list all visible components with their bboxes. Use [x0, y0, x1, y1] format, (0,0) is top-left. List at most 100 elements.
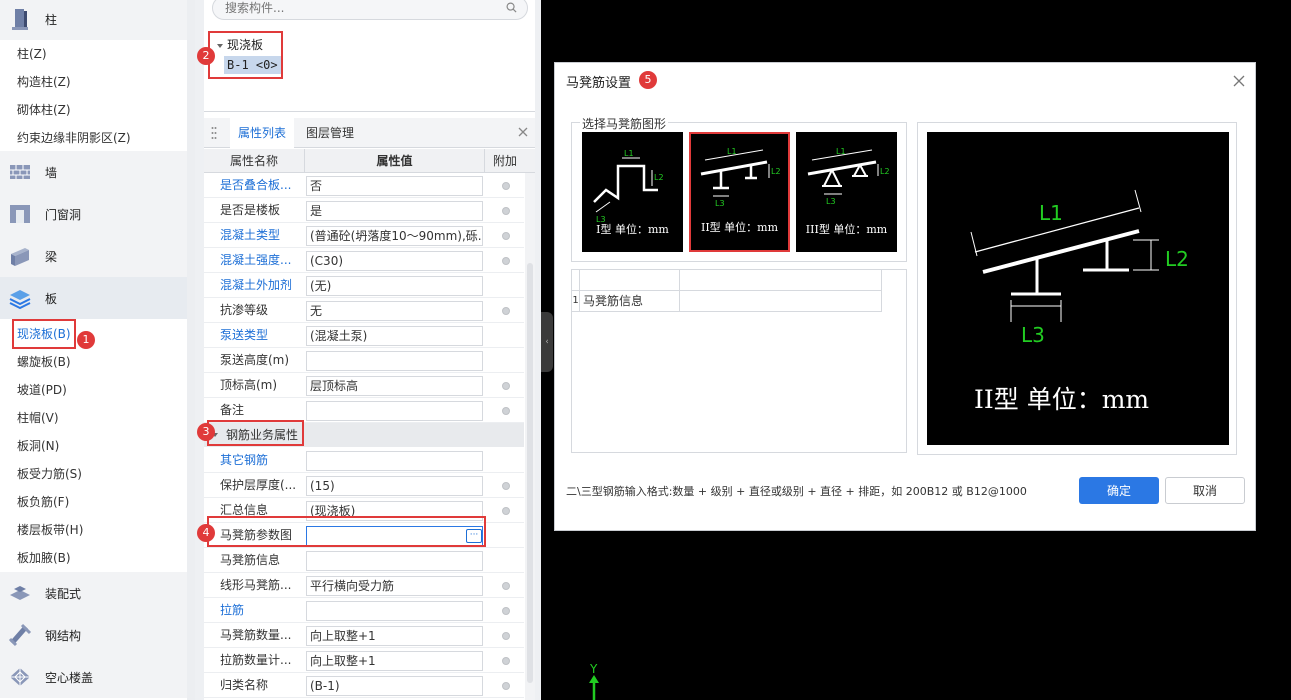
extra-checkbox[interactable]	[502, 382, 510, 390]
step-badge-2: 2	[197, 47, 215, 65]
category-item-slab-negative-rebar[interactable]: 板负筋(F)	[17, 492, 69, 512]
tab-properties[interactable]: 属性列表	[230, 118, 295, 148]
category-group-column[interactable]: 柱	[0, 0, 187, 40]
component-search[interactable]	[212, 0, 528, 20]
property-value[interactable]	[306, 401, 483, 421]
search-input[interactable]	[225, 0, 495, 19]
property-name[interactable]: 其它钢筋	[220, 448, 268, 473]
category-group-hollow-floor[interactable]: 空心楼盖	[0, 656, 187, 698]
collapse-panel-handle[interactable]: ‹	[541, 312, 553, 372]
property-value[interactable]	[306, 451, 483, 471]
property-value[interactable]: 是	[306, 201, 483, 221]
row-value-input[interactable]	[680, 291, 882, 312]
property-value[interactable]: 否	[306, 176, 483, 196]
category-group-door-window[interactable]: 门窗洞	[0, 193, 187, 235]
property-name[interactable]: 混凝土类型	[220, 223, 280, 248]
shape-caption: II型 单位：mm	[700, 221, 779, 234]
category-item-masonry-column[interactable]: 砌体柱(Z)	[17, 100, 71, 120]
extra-checkbox[interactable]	[502, 207, 510, 215]
close-icon[interactable]	[517, 126, 529, 138]
property-row: 抗渗等级 无	[204, 298, 524, 323]
property-value[interactable]: (混凝土泵)	[306, 326, 483, 346]
property-name: 保护层厚度(...	[220, 478, 297, 492]
property-value[interactable]: 无	[306, 301, 483, 321]
cancel-button[interactable]: 取消	[1165, 477, 1245, 504]
expand-icon[interactable]	[217, 43, 223, 48]
shape-option-type-1[interactable]: L1 L2 L3 I型 单位：mm	[582, 132, 683, 252]
search-icon[interactable]	[506, 2, 517, 13]
category-item-constraint-edge[interactable]: 约束边缘非阴影区(Z)	[17, 128, 131, 148]
property-value[interactable]: (15)	[306, 476, 483, 496]
extra-checkbox[interactable]	[502, 257, 510, 265]
property-row: 混凝土类型 (普通砼(坍落度10～90mm),砾...	[204, 223, 524, 248]
category-item-cast-slab[interactable]: 现浇板(B)	[12, 319, 76, 349]
category-item-slab-hole[interactable]: 板洞(N)	[17, 436, 59, 456]
tab-layers[interactable]: 图层管理	[298, 118, 362, 148]
category-scrollbar[interactable]	[187, 0, 195, 700]
extra-checkbox[interactable]	[502, 607, 510, 615]
category-group-wall[interactable]: 墙	[0, 151, 187, 193]
extra-checkbox[interactable]	[502, 582, 510, 590]
property-value[interactable]	[306, 601, 483, 621]
property-name: 顶标高(m)	[220, 378, 278, 392]
wall-icon	[10, 165, 30, 179]
property-value[interactable]	[306, 351, 483, 371]
property-value[interactable]: (现浇板)	[306, 501, 483, 521]
category-group-slab[interactable]: 板	[0, 277, 187, 319]
shape-option-type-2[interactable]: L1 L2 L3 II型 单位：mm	[689, 132, 790, 252]
category-item-spiral-slab[interactable]: 螺旋板(B)	[17, 352, 71, 372]
category-group-prefab[interactable]: 装配式	[0, 572, 187, 614]
category-item-column[interactable]: 柱(Z)	[17, 44, 47, 64]
drag-handle-icon[interactable]	[211, 126, 217, 140]
tree-leaf-b1[interactable]: B-1 <0>	[224, 56, 281, 74]
ok-button[interactable]: 确定	[1079, 477, 1159, 504]
stool-rebar-diagram-input[interactable]	[306, 526, 483, 546]
dim-label: L2	[654, 173, 664, 182]
extra-checkbox[interactable]	[502, 682, 510, 690]
extra-checkbox[interactable]	[502, 657, 510, 665]
y-axis-icon: Y	[589, 662, 599, 700]
property-value[interactable]: 向上取整+1	[306, 651, 483, 671]
preview-canvas: L1 L2 L3 II型 单位：mm	[927, 132, 1229, 445]
property-value[interactable]	[306, 551, 483, 571]
step-badge-5: 5	[639, 71, 657, 89]
category-item-ramp[interactable]: 坡道(PD)	[17, 380, 67, 400]
category-group-steel[interactable]: 钢结构	[0, 614, 187, 656]
property-name[interactable]: 泵送类型	[220, 323, 268, 348]
category-group-beam[interactable]: 梁	[0, 235, 187, 277]
extra-checkbox[interactable]	[502, 182, 510, 190]
extra-checkbox[interactable]	[502, 407, 510, 415]
scrollbar-thumb[interactable]	[527, 263, 533, 683]
category-item-slab-main-rebar[interactable]: 板受力筋(S)	[17, 464, 82, 484]
dim-label: L2	[771, 167, 781, 176]
property-value[interactable]: 层顶标高	[306, 376, 483, 396]
property-name[interactable]: 混凝土外加剂	[220, 273, 292, 298]
property-scrollbar[interactable]	[525, 173, 535, 700]
category-item-column-cap[interactable]: 柱帽(V)	[17, 408, 59, 428]
close-icon[interactable]	[1233, 75, 1245, 87]
property-value[interactable]: (无)	[306, 276, 483, 296]
extra-checkbox[interactable]	[502, 632, 510, 640]
category-item-floor-strip[interactable]: 楼层板带(H)	[17, 520, 83, 540]
category-item-slab-haunch[interactable]: 板加腋(B)	[17, 548, 71, 568]
property-name[interactable]: 拉筋	[220, 598, 244, 623]
property-value[interactable]: (C30)	[306, 251, 483, 271]
category-item-constructional-column[interactable]: 构造柱(Z)	[17, 72, 71, 92]
property-name[interactable]: 是否叠合板...	[220, 173, 291, 198]
property-value[interactable]: 平行横向受力筋	[306, 576, 483, 596]
extra-checkbox[interactable]	[502, 232, 510, 240]
tree-node-cast-slab[interactable]: 现浇板	[217, 36, 263, 53]
ellipsis-button[interactable]: ···	[466, 529, 482, 543]
property-value[interactable]: 向上取整+1	[306, 626, 483, 646]
extra-checkbox[interactable]	[502, 507, 510, 515]
shape-option-type-3[interactable]: L1 L2 L3 III型 单位：mm	[796, 132, 897, 252]
dim-label: L3	[715, 199, 725, 208]
property-value[interactable]: (B-1)	[306, 676, 483, 696]
extra-checkbox[interactable]	[502, 307, 510, 315]
property-value[interactable]: (普通砼(坍落度10～90mm),砾...	[306, 226, 483, 246]
section-rebar-properties[interactable]: 钢筋业务属性	[204, 423, 524, 447]
extra-checkbox[interactable]	[502, 482, 510, 490]
component-tree: 现浇板 B-1 <0>	[204, 28, 535, 112]
dialog-title: 马凳筋设置	[566, 76, 632, 91]
property-name[interactable]: 混凝土强度...	[220, 248, 291, 273]
